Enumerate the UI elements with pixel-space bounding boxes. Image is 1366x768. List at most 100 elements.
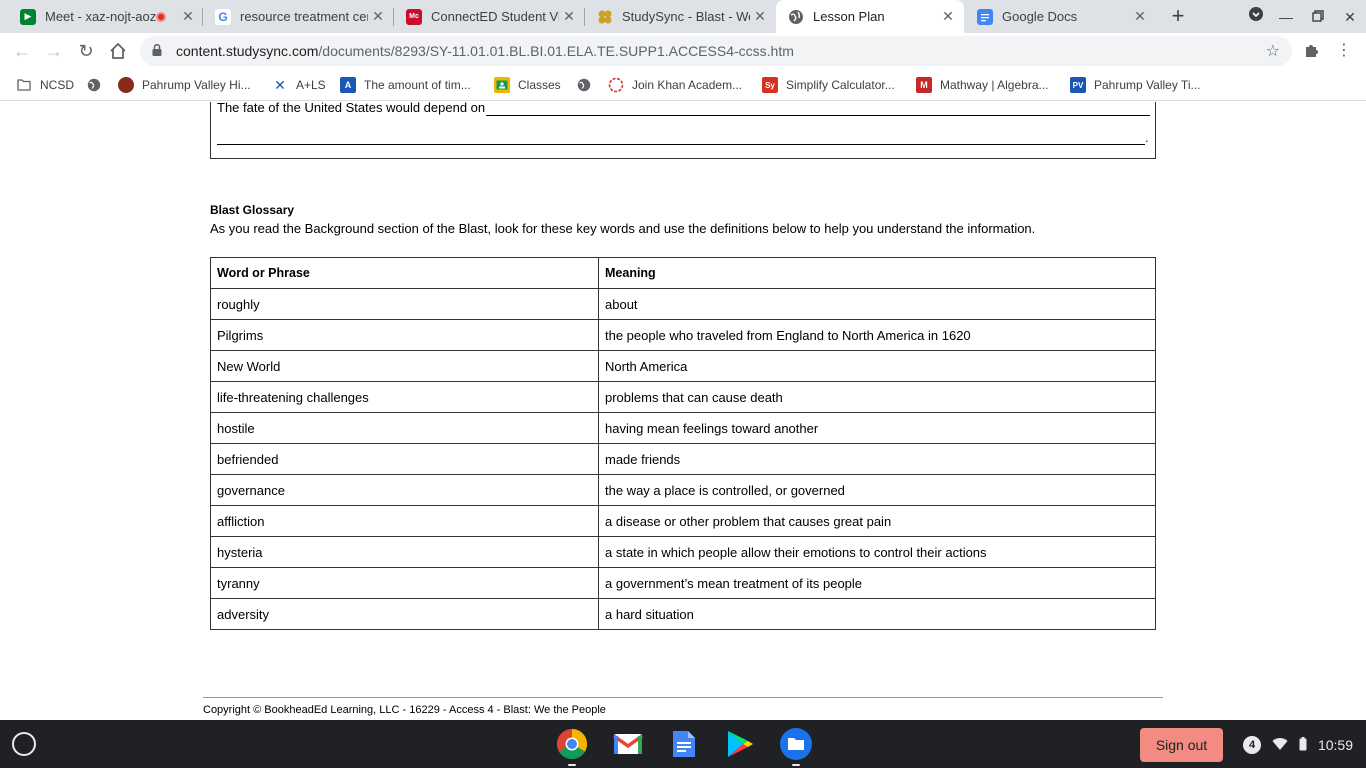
home-button[interactable] (106, 39, 130, 63)
tab-connected[interactable]: Mc ConnectED Student Vie ✕ (394, 0, 585, 33)
extensions-icon[interactable] (1302, 41, 1322, 61)
files-icon[interactable] (780, 728, 812, 760)
glossary-meaning: the people who traveled from England to … (598, 319, 1156, 351)
tab-lesson-plan[interactable]: Lesson Plan ✕ (776, 0, 964, 33)
tab-strip: ▶ Meet - xaz-nojt-aoz ✕ G resource treat… (0, 0, 1366, 33)
table-row: life-threatening challenges problems that… (210, 381, 1156, 413)
close-icon[interactable]: ✕ (750, 8, 770, 25)
running-indicator (568, 764, 576, 766)
bookmark-label: NCSD (40, 78, 75, 92)
table-row: hostile having mean feelings toward anoth… (210, 412, 1156, 444)
header-meaning: Meaning (598, 257, 1156, 289)
bookmark-label: Join Khan Academ... (632, 78, 743, 92)
play-store-icon[interactable] (724, 728, 756, 760)
bookmark-label: Pahrump Valley Hi... (142, 78, 251, 92)
table-row: roughly about (210, 288, 1156, 320)
table-row: governance the way a place is controlled,… (210, 474, 1156, 506)
minimize-icon[interactable]: — (1275, 6, 1297, 28)
bookmark-als[interactable]: ✕ A+LS (272, 76, 326, 94)
launcher-button[interactable] (12, 732, 36, 756)
globe-icon (86, 77, 102, 93)
tab-studysync[interactable]: StudySync - Blast - We t ✕ (585, 0, 776, 33)
close-icon[interactable]: ✕ (178, 8, 198, 25)
new-tab-button[interactable]: + (1166, 5, 1190, 29)
header-word-or-phrase: Word or Phrase (210, 257, 599, 289)
bookmark-label: The amount of tim... (364, 78, 471, 92)
recording-icon (156, 11, 166, 22)
glossary-word: Pilgrims (210, 319, 599, 351)
answer-blank-line[interactable] (217, 144, 1145, 145)
table-row: New World North America (210, 350, 1156, 382)
chrome-icon[interactable] (556, 728, 588, 760)
notification-count-badge[interactable]: 4 (1243, 736, 1261, 754)
tab-search-icon[interactable] (1245, 6, 1267, 28)
bookmark-pahrump-valley-hi[interactable]: Pahrump Valley Hi... (118, 76, 251, 94)
bookmark-simplify-calculator[interactable]: Sy Simplify Calculator... (762, 76, 895, 94)
glossary-meaning: about (598, 288, 1156, 320)
answer-period: . (1145, 130, 1149, 145)
bookmark-pahrump-valley-ti[interactable]: PV Pahrump Valley Ti... (1070, 76, 1201, 94)
status-tray[interactable]: 4 10:59 (1235, 728, 1359, 762)
pv-logo-icon: PV (1070, 77, 1086, 93)
globe-icon (576, 77, 592, 93)
tab-google-docs[interactable]: Google Docs ✕ (965, 0, 1156, 33)
khan-academy-icon (608, 77, 624, 93)
bookmark-amount-of-time[interactable]: A The amount of tim... (340, 76, 471, 94)
studysync-icon (597, 8, 613, 25)
table-row: befriended made friends (210, 443, 1156, 475)
bookmark-globe[interactable] (86, 76, 110, 94)
close-icon[interactable]: ✕ (559, 8, 579, 25)
bookmark-star-icon[interactable]: ☆ (1266, 41, 1280, 61)
google-docs-icon[interactable] (668, 728, 700, 760)
close-icon[interactable]: ✕ (1130, 8, 1150, 25)
glossary-word: New World (210, 350, 599, 382)
bookmark-khan-academy[interactable]: Join Khan Academ... (608, 76, 742, 94)
bookmark-label: Pahrump Valley Ti... (1094, 78, 1201, 92)
close-icon[interactable]: ✕ (368, 8, 388, 25)
close-window-icon[interactable]: ✕ (1339, 6, 1361, 28)
forward-button[interactable]: → (42, 39, 66, 63)
gmail-icon[interactable] (612, 728, 644, 760)
restore-icon[interactable] (1307, 6, 1329, 28)
symbolab-icon: Sy (762, 77, 778, 93)
address-bar[interactable]: content.studysync.com/documents/8293/SY-… (140, 36, 1292, 66)
system-shelf: Sign out 4 10:59 (0, 720, 1366, 768)
tab-meet[interactable]: ▶ Meet - xaz-nojt-aoz ✕ (8, 0, 204, 33)
glossary-word: life-threatening challenges (210, 381, 599, 413)
classroom-icon (494, 77, 510, 93)
glossary-meaning: North America (598, 350, 1156, 382)
answer-box: The fate of the United States would depe… (210, 102, 1156, 159)
tab-title: resource treatment cent (240, 9, 368, 24)
close-icon[interactable]: ✕ (938, 8, 958, 25)
clock-time[interactable]: 10:59 (1318, 737, 1353, 753)
back-button[interactable]: ← (10, 39, 34, 63)
glossary-word: hostile (210, 412, 599, 444)
bookmark-label: Simplify Calculator... (786, 78, 895, 92)
browser-toolbar: ← → ↻ content.studysync.com/documents/82… (0, 33, 1366, 69)
table-row: adversity a hard situation (210, 598, 1156, 630)
glossary-meaning: problems that can cause death (598, 381, 1156, 413)
tab-title: Google Docs (1002, 9, 1078, 24)
glossary-meaning: having mean feelings toward another (598, 412, 1156, 444)
bookmark-ncsd[interactable]: NCSD (16, 76, 74, 94)
bookmarks-bar: NCSD Pahrump Valley Hi... ✕ A+LS A The a… (0, 69, 1366, 101)
reload-button[interactable]: ↻ (74, 39, 98, 63)
globe-icon (788, 8, 804, 25)
bookmark-mathway[interactable]: M Mathway | Algebra... (916, 76, 1049, 94)
page-content: The fate of the United States would depe… (0, 102, 1366, 720)
lock-icon[interactable] (152, 43, 166, 59)
google-docs-icon (977, 8, 993, 25)
bookmark-classes[interactable]: Classes (494, 76, 561, 94)
sign-out-button[interactable]: Sign out (1140, 728, 1223, 762)
table-row: affliction a disease or other problem tha… (210, 505, 1156, 537)
menu-icon[interactable]: ⋮ (1334, 41, 1354, 61)
bookmark-label: Classes (518, 78, 561, 92)
glossary-word: governance (210, 474, 599, 506)
answer-blank-line[interactable] (486, 115, 1150, 116)
tab-title: StudySync - Blast - We t (622, 9, 750, 24)
bookmark-label: A+LS (296, 78, 326, 92)
tab-resource-treatment[interactable]: G resource treatment cent ✕ (203, 0, 394, 33)
bookmark-globe-2[interactable] (576, 76, 600, 94)
footer-divider (203, 697, 1163, 698)
glossary-meaning: a state in which people allow their emot… (598, 536, 1156, 568)
